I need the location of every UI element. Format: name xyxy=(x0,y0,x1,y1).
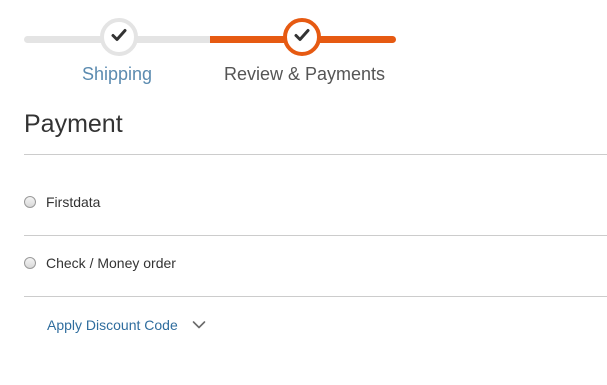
firstdata-radio[interactable] xyxy=(24,196,36,208)
chevron-down-icon[interactable] xyxy=(192,320,206,330)
divider xyxy=(24,235,607,236)
checkmark-icon xyxy=(293,26,311,49)
step-review-label: Review & Payments xyxy=(224,64,386,84)
checkmark-icon xyxy=(110,26,128,49)
payment-method-checkmo[interactable]: Check / Money order xyxy=(24,255,176,271)
firstdata-label: Firstdata xyxy=(46,194,101,210)
payment-title: Payment xyxy=(24,110,123,138)
apply-discount-label[interactable]: Apply Discount Code xyxy=(47,317,178,333)
checkmo-label: Check / Money order xyxy=(46,255,176,271)
step-shipping-link[interactable]: Shipping xyxy=(82,64,152,85)
divider xyxy=(24,296,607,297)
checkout-progress-bar: Shipping Review & Payments xyxy=(0,0,607,100)
step-shipping-indicator xyxy=(100,18,138,56)
step-review-indicator xyxy=(283,18,321,56)
divider xyxy=(24,154,607,155)
checkmo-radio[interactable] xyxy=(24,257,36,269)
apply-discount-toggle[interactable]: Apply Discount Code xyxy=(47,317,206,333)
payment-method-firstdata[interactable]: Firstdata xyxy=(24,194,100,210)
